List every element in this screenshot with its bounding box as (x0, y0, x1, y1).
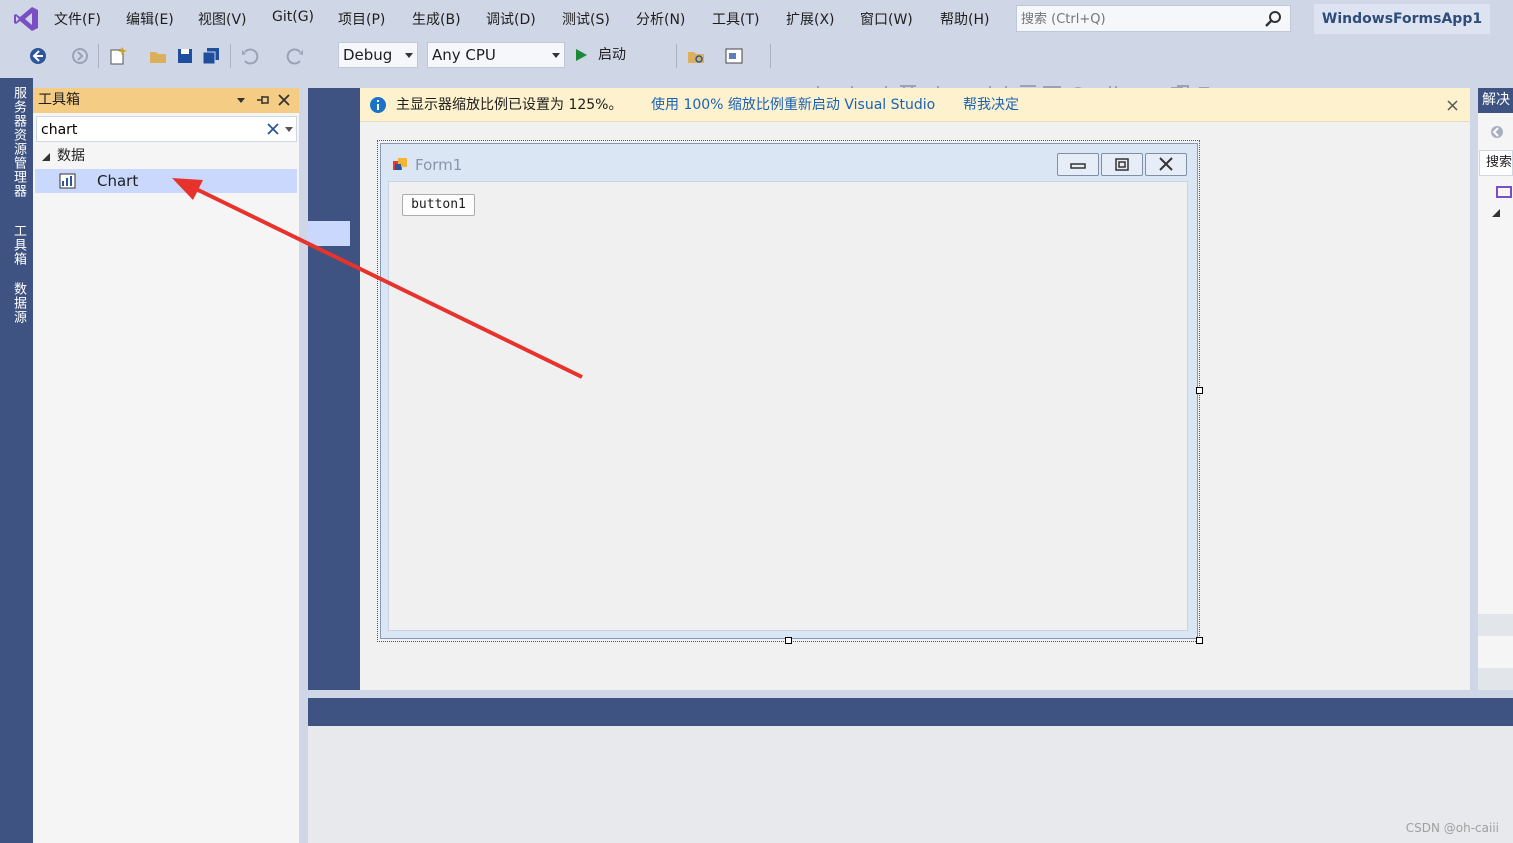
tab-toolbox[interactable]: 工具箱 (6, 224, 28, 266)
chevron-down-icon[interactable] (236, 96, 246, 106)
toolbar: Debug Any CPU 启动 (0, 38, 1513, 103)
chevron-down-icon[interactable] (285, 127, 293, 133)
redo-icon[interactable] (285, 46, 305, 66)
toolbar-separator (770, 44, 771, 68)
new-project-icon[interactable] (108, 46, 128, 66)
menu-help[interactable]: 帮助(H) (940, 9, 989, 29)
menu-debug[interactable]: 调试(D) (486, 9, 536, 29)
global-search[interactable] (1016, 5, 1291, 32)
toolbar-separator (230, 44, 231, 68)
undo-icon[interactable] (240, 46, 260, 66)
bottom-panel (308, 726, 1513, 843)
left-rail: 服务器资源管理器 工具箱 数据源 (0, 78, 33, 843)
toolbox-header: 工具箱 (33, 88, 299, 113)
window-icon[interactable] (724, 46, 744, 66)
collapse-triangle-icon[interactable] (1492, 209, 1500, 217)
chart-icon (59, 173, 76, 189)
toolbox-item-chart[interactable]: Chart (35, 169, 297, 193)
clear-search-icon[interactable] (267, 123, 279, 135)
save-icon[interactable] (175, 46, 195, 66)
open-icon[interactable] (148, 46, 168, 66)
chevron-down-icon (405, 53, 413, 58)
watermark: CSDN @oh-caiii (1405, 821, 1499, 835)
solution-explorer-header[interactable]: 解决 (1478, 88, 1513, 113)
resize-handle-right[interactable] (1196, 387, 1203, 394)
play-icon (576, 49, 587, 61)
tab-server-explorer[interactable]: 服务器资源管理器 (6, 86, 28, 198)
solution-explorer-panel: 解决 搜索 (1478, 88, 1513, 690)
right-panel-row (1478, 614, 1513, 636)
bottom-panel-header (308, 698, 1513, 726)
document-tab-stub[interactable] (308, 221, 350, 246)
chevron-down-icon (552, 53, 560, 58)
start-label: 启动 (598, 47, 626, 63)
info-icon (370, 97, 386, 113)
toolbox-panel: 工具箱 数据 Chart (33, 88, 299, 843)
menu-git[interactable]: Git(G) (272, 9, 314, 25)
project-icon (1496, 186, 1512, 198)
horizontal-scrollbar[interactable] (1478, 668, 1513, 690)
menu-build[interactable]: 生成(B) (412, 9, 461, 29)
back-icon[interactable] (28, 46, 48, 66)
group-label: 数据 (57, 148, 85, 164)
resize-handle-bottom[interactable] (785, 637, 792, 644)
menu-extensions[interactable]: 扩展(X) (786, 9, 835, 29)
back-icon[interactable] (1490, 125, 1504, 139)
toolbox-search-box[interactable] (36, 116, 297, 142)
restart-link[interactable]: 使用 100% 缩放比例重新启动 Visual Studio (651, 88, 935, 122)
search-input[interactable] (1021, 9, 1261, 29)
help-decide-link[interactable]: 帮我决定 (963, 88, 1019, 122)
config-dropdown[interactable]: Debug (338, 42, 418, 68)
menu-window[interactable]: 窗口(W) (860, 9, 913, 29)
info-message: 主显示器缩放比例已设置为 125%。 (396, 97, 623, 113)
close-icon[interactable] (1447, 100, 1458, 111)
solution-search-box[interactable]: 搜索 (1479, 150, 1513, 176)
forward-icon[interactable] (70, 46, 90, 66)
folder-search-icon[interactable] (686, 46, 706, 66)
toolbox-title: 工具箱 (38, 92, 80, 108)
chart-item-label: Chart (97, 172, 139, 190)
info-bar: 主显示器缩放比例已设置为 125%。 使用 100% 缩放比例重新启动 Visu… (360, 88, 1470, 122)
config-value: Debug (343, 46, 393, 64)
collapse-triangle-icon (42, 153, 50, 161)
menu-tools[interactable]: 工具(T) (712, 9, 759, 29)
resize-handle-corner[interactable] (1196, 637, 1203, 644)
menu-analyze[interactable]: 分析(N) (636, 9, 685, 29)
search-icon[interactable] (1264, 10, 1282, 28)
menu-file[interactable]: 文件(F) (54, 9, 101, 29)
toolbar-separator (676, 44, 677, 68)
menu-bar: 文件(F) 编辑(E) 视图(V) Git(G) 项目(P) 生成(B) 调试(… (0, 0, 1513, 38)
platform-dropdown[interactable]: Any CPU (427, 42, 565, 68)
menu-edit[interactable]: 编辑(E) (126, 9, 174, 29)
vs-logo-icon[interactable] (12, 5, 40, 33)
toolbox-search-input[interactable] (41, 120, 251, 140)
menu-test[interactable]: 测试(S) (562, 9, 610, 29)
selection-frame (377, 140, 1200, 642)
project-name-badge: WindowsFormsApp1 (1314, 4, 1490, 34)
toolbar-separator (98, 44, 99, 68)
tab-data-sources[interactable]: 数据源 (6, 282, 28, 324)
pin-icon[interactable] (255, 93, 271, 107)
close-icon[interactable] (278, 94, 290, 106)
menu-project[interactable]: 项目(P) (338, 9, 385, 29)
menu-view[interactable]: 视图(V) (198, 9, 247, 29)
platform-value: Any CPU (432, 46, 496, 64)
save-all-icon[interactable] (201, 46, 221, 66)
